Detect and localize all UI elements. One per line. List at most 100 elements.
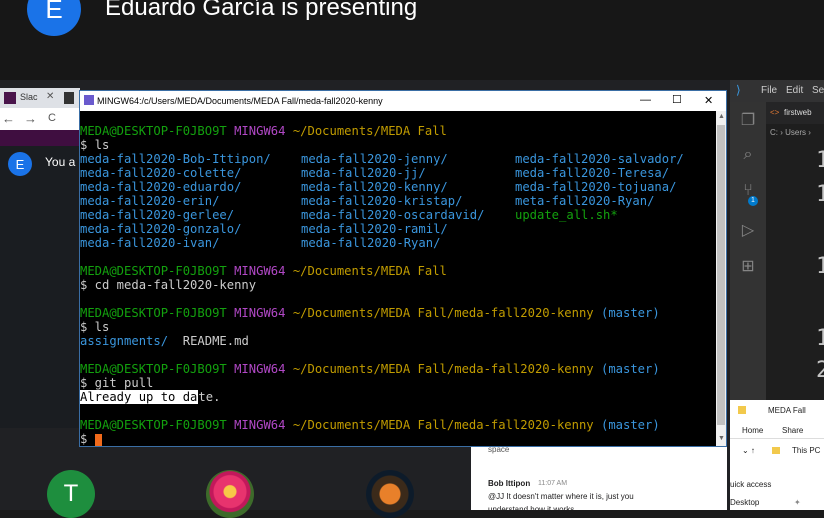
browser-toolbar: ← → C: [0, 108, 80, 130]
ls-entry: meda-fall2020-Teresa/: [515, 166, 670, 180]
tab-favicon-icon: [64, 92, 74, 104]
ls-entry: meda-fall2020-kristap/: [301, 194, 463, 208]
ls-entry: meda-fall2020-ivan/: [80, 236, 220, 250]
ls-entry: meda-fall2020-erin/: [80, 194, 220, 208]
browser-window: Slac ✕ ← → C E You a: [0, 88, 80, 428]
presenter-banner: E Eduardo García is presenting: [0, 0, 824, 80]
folder-icon: [772, 447, 780, 454]
scroll-down-icon[interactable]: ▼: [718, 435, 725, 442]
browser-tab-strip: Slac ✕: [0, 88, 80, 108]
ls-output: assignments/ README.md: [80, 334, 249, 348]
mingw-icon: [84, 95, 94, 105]
ls-entry: meda-fall2020-jenny/: [301, 152, 448, 166]
file-explorer-window: MEDA Fall Home Share ⌄ ↑ This PC uick ac…: [730, 400, 824, 510]
ls-entry: meda-fall2020-gonzalo/: [80, 222, 242, 236]
back-arrow-icon[interactable]: ←: [2, 111, 15, 126]
ls-entry: meda-fall2020-Ryan/: [301, 236, 441, 250]
divider: [730, 438, 824, 439]
menu-file[interactable]: File: [761, 85, 777, 96]
ls-entry: meda-fall2020-ramil/: [301, 222, 448, 236]
command-line: $ git pull: [80, 376, 154, 390]
presenter-label: Eduardo García is presenting: [105, 0, 418, 21]
slack-user-avatar: E: [8, 152, 32, 176]
presenter-avatar: E: [27, 0, 81, 36]
ls-entry: meda-fall2020-Bob-Ittipon/: [80, 152, 271, 166]
chat-message: @JJ It doesn't matter where it is, just …: [488, 492, 634, 501]
line-number: 1: [816, 326, 824, 351]
html-file-icon: <>: [770, 108, 780, 117]
nav-arrows-icon[interactable]: ⌄ ↑: [742, 446, 755, 455]
slack-chat-panel: space Bob Ittipon 11:07 AM @JJ It doesn'…: [471, 445, 727, 514]
ls-entry: meda-fall2020-eduardo/: [80, 180, 242, 194]
search-icon[interactable]: ⌕: [738, 146, 758, 166]
ls-entry: meta-fall2020-Ryan/: [515, 194, 655, 208]
line-number: 1: [816, 182, 824, 207]
run-debug-icon[interactable]: ▷: [738, 220, 758, 240]
prompt-line: MEDA@DESKTOP-F0JBO9T MINGW64 ~/Documents…: [80, 418, 660, 432]
ribbon-home-tab[interactable]: Home: [742, 426, 763, 435]
participant-avatar: T: [47, 470, 95, 518]
source-control-badge: 1: [748, 196, 758, 206]
terminal-output[interactable]: MEDA@DESKTOP-F0JBO9T MINGW64 ~/Documents…: [80, 111, 716, 446]
slack-top-bar: [0, 130, 80, 146]
scrollbar-thumb[interactable]: [717, 125, 725, 425]
prompt-line: MEDA@DESKTOP-F0JBO9T MINGW64 ~/Documents…: [80, 362, 660, 376]
tab-close-icon[interactable]: ✕: [46, 91, 54, 102]
command-line: $ ls: [80, 320, 110, 334]
terminal-scrollbar[interactable]: ▲ ▼: [716, 111, 726, 446]
line-number: 1: [816, 148, 824, 173]
extensions-icon[interactable]: ⊞: [738, 256, 758, 276]
line-number: 1: [816, 254, 824, 279]
editor-breadcrumb: C: › Users ›: [770, 128, 811, 137]
ls-entry: meda-fall2020-jj/: [301, 166, 426, 180]
terminal-window: MINGW64:/c/Users/MEDA/Documents/MEDA Fal…: [79, 90, 727, 447]
ribbon-share-tab[interactable]: Share: [782, 426, 803, 435]
folder-icon: [738, 406, 746, 414]
browser-tab-label[interactable]: Slac: [20, 92, 38, 102]
minimize-button[interactable]: —: [640, 94, 651, 106]
prompt-line: MEDA@DESKTOP-F0JBO9T MINGW64 ~/Documents…: [80, 264, 447, 278]
ls-entry: meda-fall2020-tojuana/: [515, 180, 677, 194]
vscode-editor: <> firstweb C: › Users › 1 1 1 1 2 2: [766, 102, 824, 400]
scroll-up-icon[interactable]: ▲: [718, 113, 725, 120]
participant-avatar-flower: [206, 470, 254, 518]
ls-entry: meda-fall2020-oscardavid/: [301, 208, 485, 222]
reload-icon[interactable]: C: [48, 112, 56, 124]
vscode-window: ⟩ File Edit Se ❐ ⌕ ⑂ 1 ▷ ⊞ <> firstweb C…: [730, 80, 824, 400]
menu-selection[interactable]: Se: [812, 85, 824, 96]
chat-author[interactable]: Bob Ittipon: [488, 479, 530, 488]
participant-avatar-photo: [366, 470, 414, 518]
command-line: $ ls: [80, 138, 110, 152]
active-prompt[interactable]: $: [80, 432, 102, 446]
close-button[interactable]: ✕: [704, 94, 713, 107]
explorer-icon[interactable]: ❐: [738, 110, 758, 130]
quick-access-item[interactable]: uick access: [730, 480, 771, 489]
prompt-line: MEDA@DESKTOP-F0JBO9T MINGW64 ~/Documents…: [80, 306, 660, 320]
ls-entry: meda-fall2020-gerlee/: [80, 208, 235, 222]
terminal-titlebar: MINGW64:/c/Users/MEDA/Documents/MEDA Fal…: [80, 91, 726, 111]
slack-you-text: You a: [45, 155, 76, 169]
address-this-pc[interactable]: This PC: [792, 446, 820, 455]
menu-edit[interactable]: Edit: [786, 85, 803, 96]
ls-entry: meda-fall2020-colette/: [80, 166, 242, 180]
slack-favicon-icon: [4, 92, 16, 104]
ls-entry-executable: update_all.sh*: [515, 208, 618, 222]
terminal-title: MINGW64:/c/Users/MEDA/Documents/MEDA Fal…: [97, 96, 383, 106]
forward-arrow-icon[interactable]: →: [24, 111, 37, 126]
vscode-activity-bar: ❐ ⌕ ⑂ 1 ▷ ⊞: [730, 102, 766, 400]
git-output: Already up to date.: [80, 390, 221, 404]
terminal-cursor: [94, 433, 102, 446]
vscode-logo-icon: ⟩: [736, 83, 741, 97]
command-line: $ cd meda-fall2020-kenny: [80, 278, 257, 292]
pin-icon: ✦: [794, 498, 801, 507]
editor-tab[interactable]: firstweb: [784, 108, 812, 117]
ls-entry: meda-fall2020-kenny/: [301, 180, 448, 194]
editor-tab-bar: <> firstweb: [766, 102, 824, 124]
chat-timestamp: 11:07 AM: [538, 480, 568, 487]
maximize-button[interactable]: ☐: [672, 93, 682, 106]
explorer-title: MEDA Fall: [768, 406, 806, 415]
desktop-item[interactable]: Desktop: [730, 498, 759, 507]
ls-entry: meda-fall2020-salvador/: [515, 152, 684, 166]
slack-workspace: E You a: [0, 146, 80, 428]
vscode-titlebar: ⟩ File Edit Se: [730, 80, 824, 102]
